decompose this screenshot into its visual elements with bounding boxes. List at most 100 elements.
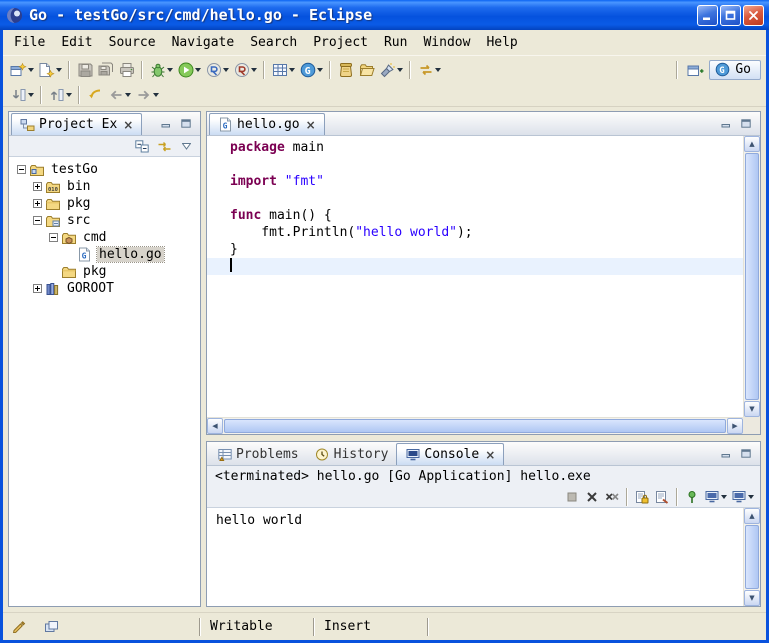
close-editor-icon[interactable]: × <box>306 119 316 131</box>
menu-window[interactable]: Window <box>415 32 478 53</box>
back-button[interactable] <box>105 86 133 104</box>
dropdown-caret-icon[interactable] <box>721 495 727 499</box>
menu-edit[interactable]: Edit <box>53 32 100 53</box>
dropdown-caret-icon[interactable] <box>66 93 72 97</box>
scroll-up-button[interactable]: ▲ <box>744 136 760 152</box>
tree-item-goroot[interactable]: GOROOT <box>9 280 200 297</box>
maximize-view-button[interactable] <box>738 116 754 130</box>
editor-vertical-scrollbar[interactable]: ▲ ▼ <box>743 136 760 417</box>
menu-project[interactable]: Project <box>305 32 376 53</box>
tree-item-src[interactable]: src <box>9 212 200 229</box>
console-output-area[interactable]: hello world ▲ ▼ <box>207 508 760 606</box>
forward-button[interactable] <box>133 86 161 104</box>
new-wizard-button[interactable] <box>8 61 36 79</box>
code-editor[interactable]: package mainimport "fmt"func main() { fm… <box>207 136 760 434</box>
editor-horizontal-scrollbar[interactable]: ◀ ▶ <box>207 417 743 434</box>
print-button[interactable] <box>116 61 137 79</box>
tab-problems[interactable]: Problems <box>209 443 307 465</box>
minimize-view-button[interactable] <box>158 116 174 130</box>
run-history-button[interactable] <box>203 61 231 79</box>
scroll-right-button[interactable]: ▶ <box>727 418 743 434</box>
scroll-down-button[interactable]: ▼ <box>744 590 760 606</box>
tree-item-hello-go[interactable]: Ghello.go <box>9 246 200 263</box>
new-file-button[interactable] <box>36 61 64 79</box>
menu-file[interactable]: File <box>6 32 53 53</box>
fast-view-icon[interactable] <box>11 620 27 634</box>
tab-history[interactable]: History <box>307 443 397 465</box>
scrollbar-track[interactable] <box>744 524 760 590</box>
tree-item-pkg[interactable]: pkg <box>9 263 200 280</box>
scroll-up-button[interactable]: ▲ <box>744 508 760 524</box>
menu-search[interactable]: Search <box>242 32 305 53</box>
dropdown-caret-icon[interactable] <box>317 68 323 72</box>
maximize-view-button[interactable] <box>738 446 754 460</box>
link-with-editor-button[interactable] <box>156 139 172 153</box>
maximize-view-button[interactable] <box>178 116 194 130</box>
terminate-button[interactable] <box>562 488 582 505</box>
jar-button[interactable] <box>335 61 356 79</box>
dropdown-caret-icon[interactable] <box>251 68 257 72</box>
dropdown-caret-icon[interactable] <box>167 68 173 72</box>
view-menu-button[interactable] <box>178 139 194 153</box>
scrollbar-track[interactable] <box>223 418 727 434</box>
scroll-lock-button[interactable] <box>632 488 652 505</box>
scrollbar-thumb[interactable] <box>745 525 759 589</box>
dropdown-caret-icon[interactable] <box>56 68 62 72</box>
open-console-button[interactable] <box>729 488 756 505</box>
minimize-view-button[interactable] <box>718 116 734 130</box>
maximize-button[interactable] <box>720 5 741 26</box>
external-tools-button[interactable] <box>231 61 259 79</box>
remove-all-launches-button[interactable] <box>602 488 622 505</box>
open-folder-button[interactable] <box>356 61 377 79</box>
scrollbar-thumb[interactable] <box>224 419 726 433</box>
save-button[interactable] <box>74 61 95 79</box>
search-button[interactable] <box>377 61 405 79</box>
menu-navigate[interactable]: Navigate <box>164 32 243 53</box>
scroll-down-button[interactable]: ▼ <box>744 401 760 417</box>
minimize-button[interactable] <box>697 5 718 26</box>
tree-expander-icon[interactable] <box>49 233 58 242</box>
tree-expander-icon[interactable] <box>33 199 42 208</box>
dropdown-caret-icon[interactable] <box>28 68 34 72</box>
save-all-button[interactable] <box>95 61 116 79</box>
run-button[interactable] <box>175 61 203 79</box>
tab-project-explorer[interactable]: Project Ex × <box>11 113 142 135</box>
scrollbar-track[interactable] <box>744 152 760 401</box>
title-bar[interactable]: Go - testGo/src/cmd/hello.go - Eclipse <box>0 0 769 30</box>
close-view-icon[interactable]: × <box>123 119 133 131</box>
tree-expander-icon[interactable] <box>33 284 42 293</box>
dropdown-caret-icon[interactable] <box>125 93 131 97</box>
scroll-left-button[interactable]: ◀ <box>207 418 223 434</box>
remove-launch-button[interactable] <box>582 488 602 505</box>
menu-source[interactable]: Source <box>101 32 164 53</box>
dropdown-caret-icon[interactable] <box>397 68 403 72</box>
code-area[interactable]: package mainimport "fmt"func main() { fm… <box>207 139 743 275</box>
scrollbar-thumb[interactable] <box>745 153 759 400</box>
tree-item-bin[interactable]: 010bin <box>9 178 200 195</box>
tree-item-pkg[interactable]: pkg <box>9 195 200 212</box>
pin-console-button[interactable] <box>682 488 702 505</box>
collapse-all-button[interactable] <box>134 139 150 153</box>
dropdown-caret-icon[interactable] <box>435 68 441 72</box>
tree-expander-icon[interactable] <box>33 216 42 225</box>
close-button[interactable] <box>743 5 764 26</box>
console-vertical-scrollbar[interactable]: ▲ ▼ <box>743 508 760 606</box>
go-perspective-button[interactable]: G Go <box>709 60 761 80</box>
open-perspective-button[interactable] <box>685 61 706 79</box>
minimize-view-button[interactable] <box>718 446 734 460</box>
tree-expander-icon[interactable] <box>33 182 42 191</box>
display-console-button[interactable] <box>702 488 729 505</box>
dropdown-caret-icon[interactable] <box>153 93 159 97</box>
menu-run[interactable]: Run <box>376 32 415 53</box>
dropdown-caret-icon[interactable] <box>28 93 34 97</box>
new-project-button[interactable] <box>269 61 297 79</box>
debug-button[interactable] <box>147 61 175 79</box>
menu-help[interactable]: Help <box>478 32 525 53</box>
tree-expander-icon[interactable] <box>17 165 26 174</box>
synchronize-button[interactable] <box>415 61 443 79</box>
tab-hello-go[interactable]: G hello.go × <box>209 113 325 135</box>
next-annotation-button[interactable] <box>8 86 36 104</box>
previous-annotation-button[interactable] <box>46 86 74 104</box>
dropdown-caret-icon[interactable] <box>748 495 754 499</box>
dropdown-caret-icon[interactable] <box>289 68 295 72</box>
